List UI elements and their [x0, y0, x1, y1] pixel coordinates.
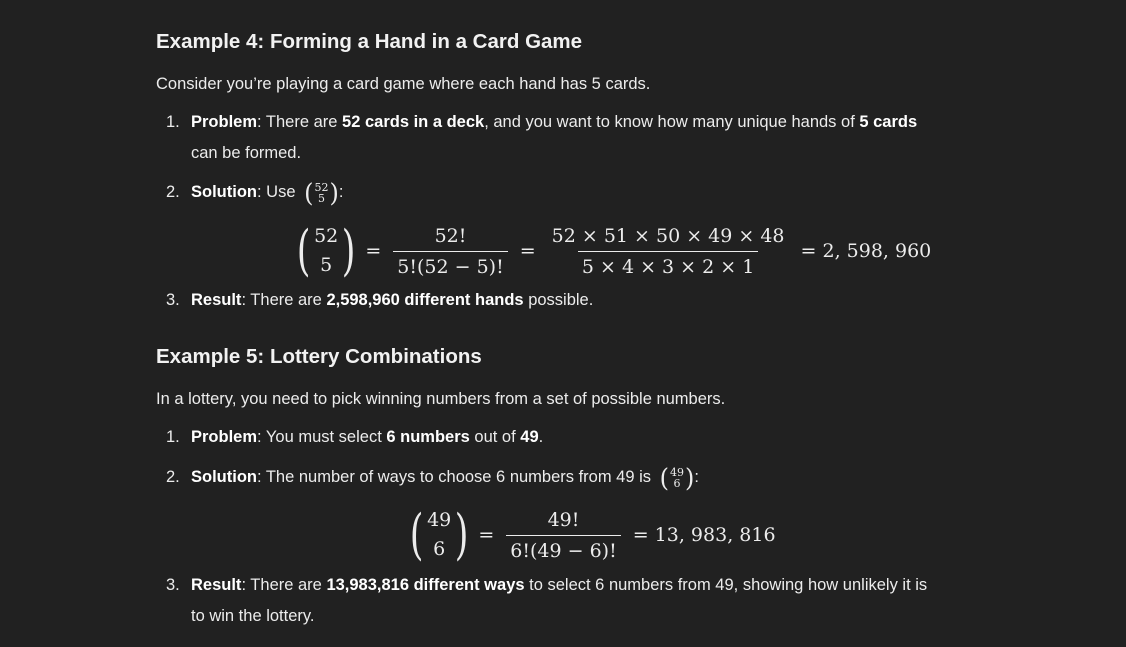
fraction-numerator: 49! [547, 508, 580, 531]
list-text: Solution: The number of ways to choose 6… [191, 462, 941, 493]
inline-binomial: (52 5) [304, 177, 339, 208]
binom-top: 49 [427, 509, 452, 531]
text-run: out of [469, 428, 521, 446]
example-5-heading: Example 5: Lottery Combinations [156, 345, 482, 368]
list-text: Result: There are 2,598,960 different ha… [191, 285, 941, 316]
bold-run: 13,983,816 different ways [326, 576, 525, 594]
text-run: can be formed. [191, 144, 302, 162]
item-label: Solution [191, 183, 257, 201]
list-text: Solution: Use (52 5): [191, 177, 941, 208]
text-run: , and you want to know how many unique h… [484, 113, 860, 131]
item-label: Result [191, 576, 242, 594]
binom-top: 52 [314, 180, 329, 194]
binomial: (49 6) [409, 503, 469, 566]
fraction-numerator: 52 × 51 × 50 × 49 × 48 [551, 224, 785, 247]
equals-sign: = [478, 524, 495, 546]
list-number: 2. [166, 183, 180, 201]
fraction-denominator: 5!(52 − 5)! [393, 250, 508, 280]
binom-bottom: 5 [320, 254, 333, 276]
example-4-intro: Consider you’re playing a card game wher… [156, 75, 651, 93]
inline-binomial: (49 6) [659, 462, 695, 493]
equals-sign: = [519, 240, 536, 262]
binom-top: 49 [670, 465, 684, 479]
text-run: : The number of ways to choose 6 numbers… [256, 468, 656, 486]
list-number: 1. [166, 113, 180, 131]
formula-lottery: (49 6) = 49! 6!(49 − 6)! = 13, 983, 816 [406, 506, 782, 564]
formula-card-hands: (52 5) = 52! 5!(52 − 5)! = 52 × 51 × 50 × … [293, 222, 937, 280]
bold-run: 5 cards [859, 113, 918, 131]
list-text: Result: There are 13,983,816 different w… [191, 570, 941, 632]
list-number: 3. [166, 576, 180, 594]
text-run: : You must select [257, 428, 387, 446]
list-number: 1. [166, 428, 180, 446]
text-run: . [538, 428, 544, 446]
text-run: : There are [241, 291, 327, 309]
equals-sign: = [365, 240, 382, 262]
example-4-heading: Example 4: Forming a Hand in a Card Game [156, 30, 583, 53]
item-label: Solution [191, 468, 257, 486]
item-label: Result [191, 291, 242, 309]
list-text: Problem: There are 52 cards in a deck, a… [191, 107, 941, 169]
list-number: 3. [166, 291, 180, 309]
fraction-denominator: 6!(49 − 6)! [506, 534, 621, 564]
fraction-denominator: 5 × 4 × 3 × 2 × 1 [577, 250, 759, 280]
formula-result: = 2, 598, 960 [800, 240, 932, 262]
list-number: 2. [166, 468, 180, 486]
binom-bottom: 5 [317, 191, 325, 205]
fraction-numerator: 52! [434, 224, 467, 247]
text-run: : [338, 183, 344, 201]
text-run: possible. [523, 291, 594, 309]
binom-bottom: 6 [433, 538, 446, 560]
text-run: : Use [256, 183, 301, 201]
example-5-intro: In a lottery, you need to pick winning n… [156, 390, 726, 408]
binom-top: 52 [314, 225, 339, 247]
fraction: 49! 6!(49 − 6)! [506, 507, 621, 564]
formula-result: = 13, 983, 816 [632, 524, 776, 546]
bold-run: 49 [520, 428, 539, 446]
binomial: (52 5) [296, 219, 356, 282]
text-run: : There are [241, 576, 327, 594]
list-text: Problem: You must select 6 numbers out o… [191, 422, 941, 453]
item-label: Problem [191, 428, 258, 446]
item-label: Problem [191, 113, 258, 131]
bold-run: 2,598,960 different hands [326, 291, 524, 309]
fraction: 52 × 51 × 50 × 49 × 48 5 × 4 × 3 × 2 × 1 [548, 223, 789, 280]
bold-run: 52 cards in a deck [342, 113, 485, 131]
text-run: : [694, 468, 699, 486]
bold-run: 6 numbers [386, 428, 470, 446]
text-run: : There are [257, 113, 343, 131]
binom-bottom: 6 [673, 476, 681, 490]
fraction: 52! 5!(52 − 5)! [393, 223, 508, 280]
